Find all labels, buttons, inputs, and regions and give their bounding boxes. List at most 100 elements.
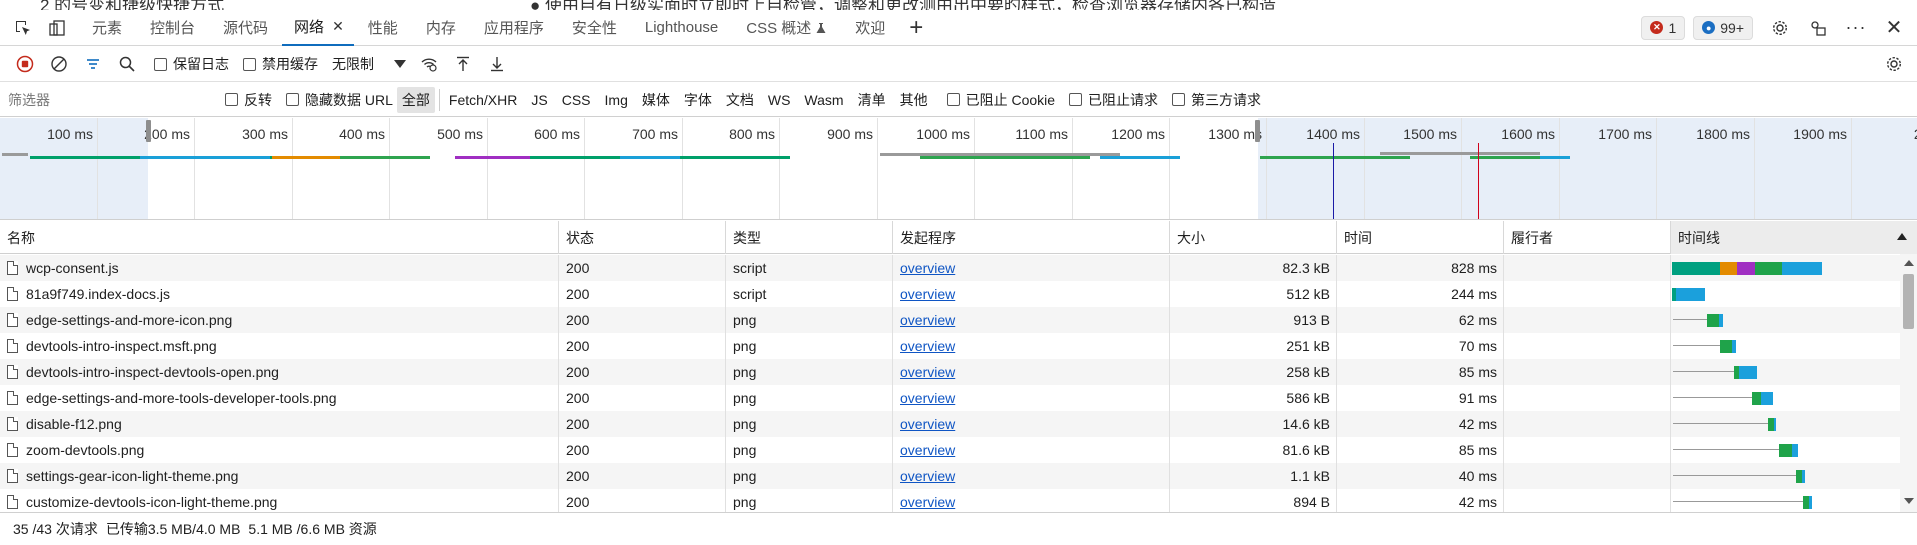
table-row[interactable]: devtools-intro-inspect.msft.png 200 png ove… [0, 333, 1900, 359]
filter-type-css[interactable]: CSS [557, 89, 596, 111]
overview-timeline[interactable]: 100 ms 200 ms 300 ms 400 ms 500 ms 600 ms 700 … [0, 118, 1917, 220]
blocked-requests-checkbox[interactable]: 已阻止请求 [1069, 90, 1158, 110]
hide-data-url-checkbox[interactable]: 隐藏数据 URL [286, 90, 393, 110]
filter-type-fetch-xhr[interactable]: Fetch/XHR [444, 89, 522, 111]
device-emulation-icon[interactable] [40, 13, 74, 43]
column-time[interactable]: 时间 [1336, 221, 1503, 254]
filter-type-js[interactable]: JS [526, 89, 552, 111]
search-icon[interactable] [110, 49, 144, 79]
close-tab-icon[interactable]: ✕ [332, 18, 344, 35]
initiator-link[interactable]: overview [900, 416, 955, 432]
gear-icon[interactable] [1763, 13, 1797, 43]
initiator-link[interactable]: overview [900, 390, 955, 406]
table-row[interactable]: 81a9f749.index-docs.js 200 script overview 5… [0, 281, 1900, 307]
cell-name[interactable]: 81a9f749.index-docs.js [0, 281, 558, 307]
filter-input[interactable]: 筛选器 [0, 83, 215, 117]
add-tab-icon[interactable]: + [899, 14, 933, 42]
filter-icon[interactable] [76, 49, 110, 79]
tab-elements[interactable]: 元素 [78, 10, 136, 46]
error-count-badge[interactable]: ✕ 1 [1641, 15, 1686, 40]
tab-memory[interactable]: 内存 [412, 10, 470, 46]
column-name[interactable]: 名称 [0, 221, 558, 254]
table-row[interactable]: devtools-intro-inspect-devtools-open.png… [0, 359, 1900, 385]
cell-name[interactable]: zoom-devtools.png [0, 437, 558, 463]
tab-performance[interactable]: 性能 [354, 10, 412, 46]
tab-sources[interactable]: 源代码 [209, 10, 282, 46]
message-count-badge[interactable]: ● 99+ [1693, 15, 1753, 40]
initiator-link[interactable]: overview [900, 468, 955, 484]
disable-cache-checkbox[interactable]: 禁用缓存 [243, 54, 318, 74]
cell-name[interactable]: edge-settings-and-more-icon.png [0, 307, 558, 333]
cell-name[interactable]: edge-settings-and-more-tools-developer-t… [0, 385, 558, 411]
table-row[interactable]: zoom-devtools.png 200 png overview 81.6 kB 85… [0, 437, 1900, 463]
inspect-element-icon[interactable] [6, 13, 40, 43]
overview-left-handle[interactable] [146, 120, 151, 142]
clear-icon[interactable] [42, 49, 76, 79]
export-har-icon[interactable] [480, 49, 514, 79]
tab-console[interactable]: 控制台 [136, 10, 209, 46]
cell-name[interactable]: settings-gear-icon-light-theme.png [0, 463, 558, 489]
initiator-link[interactable]: overview [900, 364, 955, 380]
checkbox-box[interactable] [1069, 93, 1083, 106]
tab-security[interactable]: 安全性 [558, 10, 631, 46]
column-size[interactable]: 大小 [1169, 221, 1336, 254]
initiator-link[interactable]: overview [900, 286, 955, 302]
network-conditions-icon[interactable] [412, 49, 446, 79]
tab-lighthouse[interactable]: Lighthouse [631, 10, 732, 46]
checkbox-box[interactable] [243, 57, 256, 71]
scroll-up-icon[interactable] [1904, 260, 1914, 266]
initiator-link[interactable]: overview [900, 338, 955, 354]
column-type[interactable]: 类型 [725, 221, 892, 254]
cell-name[interactable]: disable-f12.png [0, 411, 558, 437]
filter-type-media[interactable]: 媒体 [637, 87, 675, 113]
throttle-select[interactable]: 无限制 [332, 54, 406, 74]
invert-checkbox[interactable]: 反转 [225, 90, 272, 110]
checkbox-box[interactable] [1172, 93, 1186, 106]
preserve-log-checkbox[interactable]: 保留日志 [154, 54, 229, 74]
more-icon[interactable]: ··· [1839, 13, 1873, 43]
checkbox-box[interactable] [225, 93, 238, 106]
column-waterfall[interactable]: 时间线 [1670, 221, 1917, 254]
filter-type-ws[interactable]: WS [763, 89, 796, 111]
import-har-icon[interactable] [446, 49, 480, 79]
cell-name[interactable]: devtools-intro-inspect.msft.png [0, 333, 558, 359]
checkbox-box[interactable] [946, 93, 960, 106]
table-row[interactable]: disable-f12.png 200 png overview 14.6 kB 42 m… [0, 411, 1900, 437]
filter-type-font[interactable]: 字体 [679, 87, 717, 113]
scroll-thumb[interactable] [1903, 274, 1914, 329]
initiator-link[interactable]: overview [900, 442, 955, 458]
blocked-cookies-checkbox[interactable]: 已阻止 Cookie [946, 90, 1055, 110]
initiator-link[interactable]: overview [900, 494, 955, 510]
filter-type-manifest[interactable]: 清单 [853, 87, 891, 113]
cell-name[interactable]: wcp-consent.js [0, 255, 558, 281]
table-row[interactable]: edge-settings-and-more-tools-developer-t… [0, 385, 1900, 411]
filter-type-img[interactable]: Img [600, 89, 633, 111]
column-status[interactable]: 状态 [558, 221, 725, 254]
cell-name[interactable]: customize-devtools-icon-light-theme.png [0, 489, 558, 512]
scroll-down-icon[interactable] [1904, 498, 1914, 504]
sort-ascending-icon[interactable] [1897, 233, 1907, 240]
tab-network[interactable]: 网络 ✕ [282, 9, 354, 46]
table-row[interactable]: settings-gear-icon-light-theme.png 200 png… [0, 463, 1900, 489]
cell-name[interactable]: devtools-intro-inspect-devtools-open.png [0, 359, 558, 385]
column-initiator[interactable]: 发起程序 [892, 221, 1169, 254]
table-row[interactable]: edge-settings-and-more-icon.png 200 png ove… [0, 307, 1900, 333]
table-row[interactable]: customize-devtools-icon-light-theme.png 2… [0, 489, 1900, 512]
close-icon[interactable]: ✕ [1877, 13, 1911, 43]
table-row[interactable]: wcp-consent.js 200 script overview 82.3 kB 82… [0, 255, 1900, 281]
tab-application[interactable]: 应用程序 [470, 10, 558, 46]
checkbox-box[interactable] [286, 93, 299, 106]
tab-welcome[interactable]: 欢迎 [841, 10, 899, 46]
settings-icon[interactable] [1877, 49, 1911, 79]
filter-type-wasm[interactable]: Wasm [799, 89, 848, 111]
record-stop-icon[interactable] [8, 49, 42, 79]
column-fulfilled-by[interactable]: 履行者 [1503, 221, 1670, 254]
filter-type-doc[interactable]: 文档 [721, 87, 759, 113]
customize-icon[interactable] [1801, 13, 1835, 43]
filter-type-all[interactable]: 全部 [396, 86, 435, 113]
checkbox-box[interactable] [154, 57, 167, 71]
tab-css-overview[interactable]: CSS 概述 [732, 10, 841, 46]
table-scrollbar[interactable] [1900, 254, 1917, 512]
initiator-link[interactable]: overview [900, 312, 955, 328]
initiator-link[interactable]: overview [900, 260, 955, 276]
